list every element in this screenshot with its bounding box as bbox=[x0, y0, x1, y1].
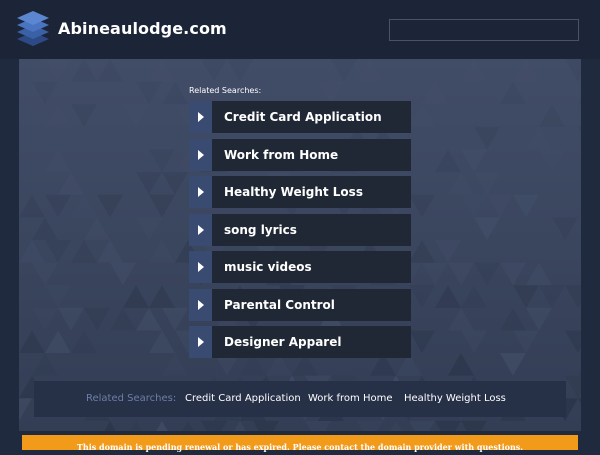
header: Abineaulodge.com bbox=[0, 0, 600, 59]
related-search-label[interactable]: Healthy Weight Loss bbox=[224, 184, 363, 200]
play-arrow-icon[interactable] bbox=[189, 213, 212, 246]
expiry-notice-text: This domain is pending renewal or has ex… bbox=[76, 442, 524, 452]
related-search-label[interactable]: Parental Control bbox=[224, 297, 335, 313]
bottom-link[interactable]: Credit Card Application bbox=[185, 393, 301, 405]
play-arrow-icon[interactable] bbox=[189, 288, 212, 321]
related-search-label[interactable]: Work from Home bbox=[224, 147, 338, 163]
bottom-link[interactable]: Healthy Weight Loss bbox=[404, 393, 506, 405]
related-searches-heading: Related Searches: bbox=[189, 86, 262, 95]
bottom-related-searches-bar: Related Searches: Credit Card Applicatio… bbox=[34, 381, 566, 417]
related-search-label[interactable]: Designer Apparel bbox=[224, 334, 341, 350]
related-search-item[interactable]: Designer Apparel bbox=[189, 326, 411, 358]
play-arrow-icon[interactable] bbox=[189, 101, 212, 133]
related-search-label[interactable]: Credit Card Application bbox=[224, 109, 382, 125]
related-search-item[interactable]: Parental Control bbox=[189, 288, 411, 321]
expiry-notice-bar: This domain is pending renewal or has ex… bbox=[22, 435, 578, 452]
related-search-item[interactable]: Work from Home bbox=[189, 138, 411, 171]
play-arrow-icon[interactable] bbox=[189, 251, 212, 283]
related-search-label[interactable]: music videos bbox=[224, 259, 312, 275]
search-input[interactable] bbox=[389, 19, 579, 41]
play-arrow-icon[interactable] bbox=[189, 176, 212, 208]
related-search-item[interactable]: Healthy Weight Loss bbox=[189, 176, 411, 208]
related-search-item[interactable]: song lyrics bbox=[189, 213, 411, 246]
related-search-item[interactable]: Credit Card Application bbox=[189, 101, 411, 133]
play-arrow-icon[interactable] bbox=[189, 138, 212, 171]
related-search-label[interactable]: song lyrics bbox=[224, 222, 297, 238]
stacked-layers-icon[interactable] bbox=[16, 10, 50, 48]
site-title[interactable]: Abineaulodge.com bbox=[58, 19, 227, 39]
bottom-related-searches-heading: Related Searches: bbox=[86, 393, 177, 404]
bottom-link[interactable]: Work from Home bbox=[308, 393, 392, 405]
play-arrow-icon[interactable] bbox=[189, 326, 212, 358]
related-search-item[interactable]: music videos bbox=[189, 251, 411, 283]
